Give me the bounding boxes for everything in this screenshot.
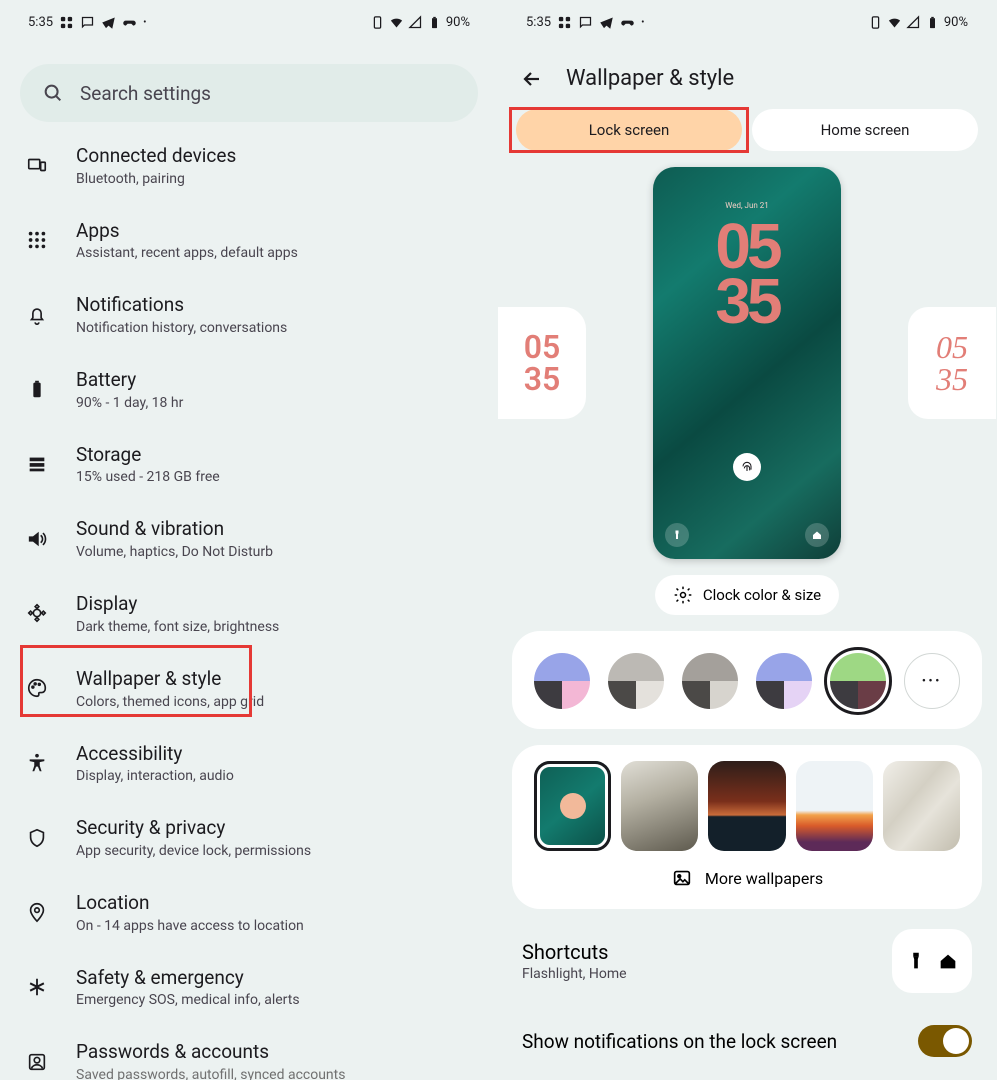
wallpaper-card: More wallpapers bbox=[512, 745, 982, 909]
battery-icon bbox=[427, 15, 442, 30]
color-swatch-4[interactable] bbox=[830, 653, 886, 709]
settings-item-wallpaper[interactable]: Wallpaper & style Colors, themed icons, … bbox=[0, 651, 498, 726]
search-settings[interactable]: Search settings bbox=[20, 64, 478, 122]
lock-screen-preview[interactable]: Wed, Jun 21 05 35 bbox=[653, 167, 841, 559]
settings-item-passwords[interactable]: Passwords & accounts Saved passwords, au… bbox=[0, 1024, 498, 1080]
wallpaper-thumb-0[interactable] bbox=[534, 761, 611, 851]
battery-icon bbox=[925, 15, 940, 30]
shield-icon bbox=[26, 827, 48, 849]
tab-lock-screen[interactable]: Lock screen bbox=[516, 109, 742, 151]
telegram-icon bbox=[101, 15, 116, 30]
wallpaper-thumb-4[interactable] bbox=[883, 761, 960, 851]
home-icon bbox=[937, 950, 959, 972]
preview-clock: 05 35 bbox=[653, 219, 841, 329]
more-colors-button[interactable] bbox=[904, 653, 960, 709]
status-battery-pct: 90% bbox=[446, 15, 470, 30]
settings-item-display[interactable]: Display Dark theme, font size, brightnes… bbox=[0, 576, 498, 651]
settings-list: Connected devices Bluetooth, pairing App… bbox=[0, 134, 498, 1080]
clock-style-next[interactable]: 05 35 bbox=[908, 307, 996, 419]
game-icon bbox=[122, 15, 137, 30]
slack-icon bbox=[59, 15, 74, 30]
settings-item-notifications[interactable]: Notifications Notification history, conv… bbox=[0, 277, 498, 352]
phone-icon bbox=[868, 15, 883, 30]
shortcuts-title: Shortcuts bbox=[522, 940, 627, 964]
status-time: 5:35 bbox=[28, 15, 53, 30]
wallpaper-thumb-1[interactable] bbox=[621, 761, 698, 851]
clock-style-carousel[interactable]: 05 35 Wed, Jun 21 05 35 05 35 bbox=[498, 165, 996, 561]
phone-wallpaper-style: 5:35 • 90% Wallpaper & style Lock screen… bbox=[498, 0, 996, 1080]
message-icon bbox=[578, 15, 593, 30]
accessibility-icon bbox=[26, 752, 48, 774]
settings-item-apps[interactable]: Apps Assistant, recent apps, default app… bbox=[0, 203, 498, 278]
shortcuts-preview bbox=[892, 929, 972, 993]
phone-settings: 5:35 • 90% Search settings Connected dev… bbox=[0, 0, 498, 1080]
gear-icon bbox=[673, 585, 693, 605]
slack-icon bbox=[557, 15, 572, 30]
settings-item-accessibility[interactable]: Accessibility Display, interaction, audi… bbox=[0, 726, 498, 801]
color-palette-card bbox=[512, 631, 982, 729]
game-icon bbox=[620, 15, 635, 30]
notifications-toggle[interactable] bbox=[918, 1025, 972, 1057]
status-battery-pct: 90% bbox=[944, 15, 968, 30]
settings-item-battery[interactable]: Battery 90% - 1 day, 18 hr bbox=[0, 352, 498, 427]
settings-item-location[interactable]: Location On - 14 apps have access to loc… bbox=[0, 875, 498, 950]
tab-bar: Lock screen Home screen bbox=[498, 109, 996, 151]
shortcuts-row[interactable]: Shortcuts Flashlight, Home bbox=[522, 929, 972, 993]
search-placeholder: Search settings bbox=[80, 82, 211, 105]
page-title: Wallpaper & style bbox=[566, 66, 734, 91]
fingerprint-icon bbox=[733, 453, 761, 481]
devices-icon bbox=[26, 154, 48, 176]
settings-item-safety[interactable]: Safety & emergency Emergency SOS, medica… bbox=[0, 950, 498, 1025]
status-bar: 5:35 • 90% bbox=[498, 0, 996, 40]
signal-icon bbox=[408, 15, 423, 30]
status-notification-icons: • bbox=[59, 15, 146, 30]
preview-shortcut-icons bbox=[653, 523, 841, 547]
color-swatch-2[interactable] bbox=[682, 653, 738, 709]
settings-item-storage[interactable]: Storage 15% used - 218 GB free bbox=[0, 427, 498, 502]
telegram-icon bbox=[599, 15, 614, 30]
preview-date: Wed, Jun 21 bbox=[653, 201, 841, 210]
signal-icon bbox=[906, 15, 921, 30]
message-icon bbox=[80, 15, 95, 30]
wallpaper-thumb-3[interactable] bbox=[796, 761, 873, 851]
apps-icon bbox=[26, 229, 48, 251]
color-swatch-0[interactable] bbox=[534, 653, 590, 709]
show-notifications-row[interactable]: Show notifications on the lock screen bbox=[522, 1025, 972, 1057]
asterisk-icon bbox=[26, 976, 48, 998]
bell-icon bbox=[26, 304, 48, 326]
color-swatch-3[interactable] bbox=[756, 653, 812, 709]
battery-vert-icon bbox=[26, 378, 48, 400]
wallpaper-thumb-2[interactable] bbox=[708, 761, 785, 851]
flashlight-icon bbox=[905, 950, 927, 972]
settings-item-sound[interactable]: Sound & vibration Volume, haptics, Do No… bbox=[0, 501, 498, 576]
more-wallpapers-button[interactable]: More wallpapers bbox=[534, 867, 960, 889]
back-arrow-icon[interactable] bbox=[520, 67, 544, 91]
brightness-icon bbox=[26, 602, 48, 624]
phone-icon bbox=[370, 15, 385, 30]
wifi-icon bbox=[389, 15, 404, 30]
home-icon bbox=[811, 529, 823, 541]
settings-item-security[interactable]: Security & privacy App security, device … bbox=[0, 800, 498, 875]
page-header: Wallpaper & style bbox=[498, 40, 996, 105]
account-box-icon bbox=[26, 1051, 48, 1073]
image-icon bbox=[671, 867, 693, 889]
clock-style-prev[interactable]: 05 35 bbox=[498, 307, 586, 419]
palette-icon bbox=[26, 677, 48, 699]
storage-icon bbox=[26, 453, 48, 475]
wifi-icon bbox=[887, 15, 902, 30]
color-swatch-1[interactable] bbox=[608, 653, 664, 709]
settings-item-connected-devices[interactable]: Connected devices Bluetooth, pairing bbox=[0, 128, 498, 203]
status-time: 5:35 bbox=[526, 15, 551, 30]
status-bar: 5:35 • 90% bbox=[0, 0, 498, 40]
search-icon bbox=[42, 82, 64, 104]
location-icon bbox=[26, 901, 48, 923]
volume-icon bbox=[26, 528, 48, 550]
clock-color-size-button[interactable]: Clock color & size bbox=[655, 575, 839, 615]
status-notification-icons: • bbox=[557, 15, 644, 30]
tab-home-screen[interactable]: Home screen bbox=[752, 109, 978, 151]
flashlight-icon bbox=[671, 529, 683, 541]
shortcuts-sub: Flashlight, Home bbox=[522, 966, 627, 982]
